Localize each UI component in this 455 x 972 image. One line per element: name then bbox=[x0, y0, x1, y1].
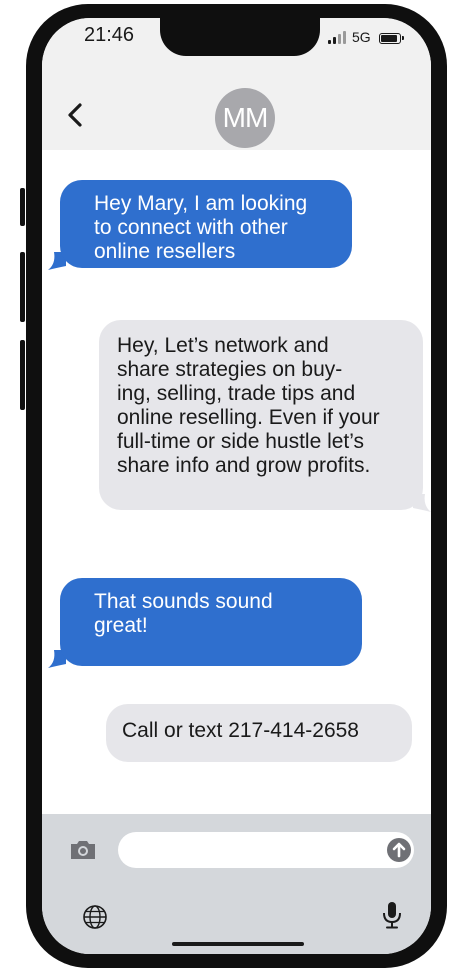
message-line: great! bbox=[94, 614, 148, 637]
back-button[interactable] bbox=[64, 100, 88, 130]
status-indicators: 5G bbox=[328, 29, 404, 45]
message-bubble-outgoing[interactable]: Hey Mary, I am looking to connect with o… bbox=[60, 180, 352, 268]
message-line: online reselling. Even if your bbox=[117, 406, 380, 429]
globe-icon bbox=[83, 905, 107, 929]
camera-button[interactable] bbox=[68, 838, 98, 862]
arrow-up-icon bbox=[392, 842, 406, 858]
message-bubble-incoming[interactable]: Hey, Let’s network and share strategies … bbox=[99, 320, 423, 510]
camera-notch bbox=[160, 18, 320, 56]
message-input[interactable] bbox=[118, 832, 414, 868]
message-line: Hey Mary, I am looking bbox=[94, 192, 308, 215]
camera-icon bbox=[71, 841, 95, 859]
avatar-initials: MM bbox=[222, 102, 269, 133]
message-bubble-incoming[interactable]: Call or text 217-414-2658 bbox=[106, 704, 412, 762]
contact-avatar[interactable]: MM bbox=[215, 88, 275, 148]
volume-down-button bbox=[20, 340, 25, 410]
microphone-button[interactable] bbox=[382, 900, 402, 930]
phone-frame: 21:46 5G MM Hey Mary, I am looking to co… bbox=[26, 4, 447, 968]
message-line: ing, selling, trade tips and bbox=[117, 382, 356, 405]
silent-switch bbox=[20, 188, 25, 226]
status-time: 21:46 bbox=[84, 24, 135, 46]
chevron-left-icon bbox=[68, 103, 82, 127]
message-line: online resellers bbox=[94, 240, 236, 263]
send-button[interactable] bbox=[387, 838, 411, 862]
signal-icon bbox=[328, 30, 346, 44]
microphone-icon bbox=[383, 902, 401, 929]
home-indicator[interactable] bbox=[172, 942, 304, 946]
volume-up-button bbox=[20, 252, 25, 322]
message-bubble-outgoing[interactable]: That sounds sound great! bbox=[60, 578, 362, 666]
message-composer bbox=[42, 814, 431, 954]
message-line: Hey, Let’s network and bbox=[117, 334, 329, 357]
message-line: That sounds sound bbox=[94, 590, 273, 613]
conversation-header: 21:46 5G MM bbox=[42, 18, 431, 150]
message-line: full-time or side hustle let’s bbox=[117, 430, 365, 453]
phone-screen: 21:46 5G MM Hey Mary, I am looking to co… bbox=[42, 18, 431, 954]
message-line: share strategies on buy- bbox=[117, 358, 343, 381]
battery-icon bbox=[378, 33, 404, 44]
network-label: 5G bbox=[352, 29, 371, 45]
globe-button[interactable] bbox=[82, 904, 108, 930]
message-line: Call or text 217-414-2658 bbox=[122, 719, 359, 742]
message-line: to connect with other bbox=[94, 216, 288, 239]
message-line: share info and grow profits. bbox=[117, 454, 371, 477]
